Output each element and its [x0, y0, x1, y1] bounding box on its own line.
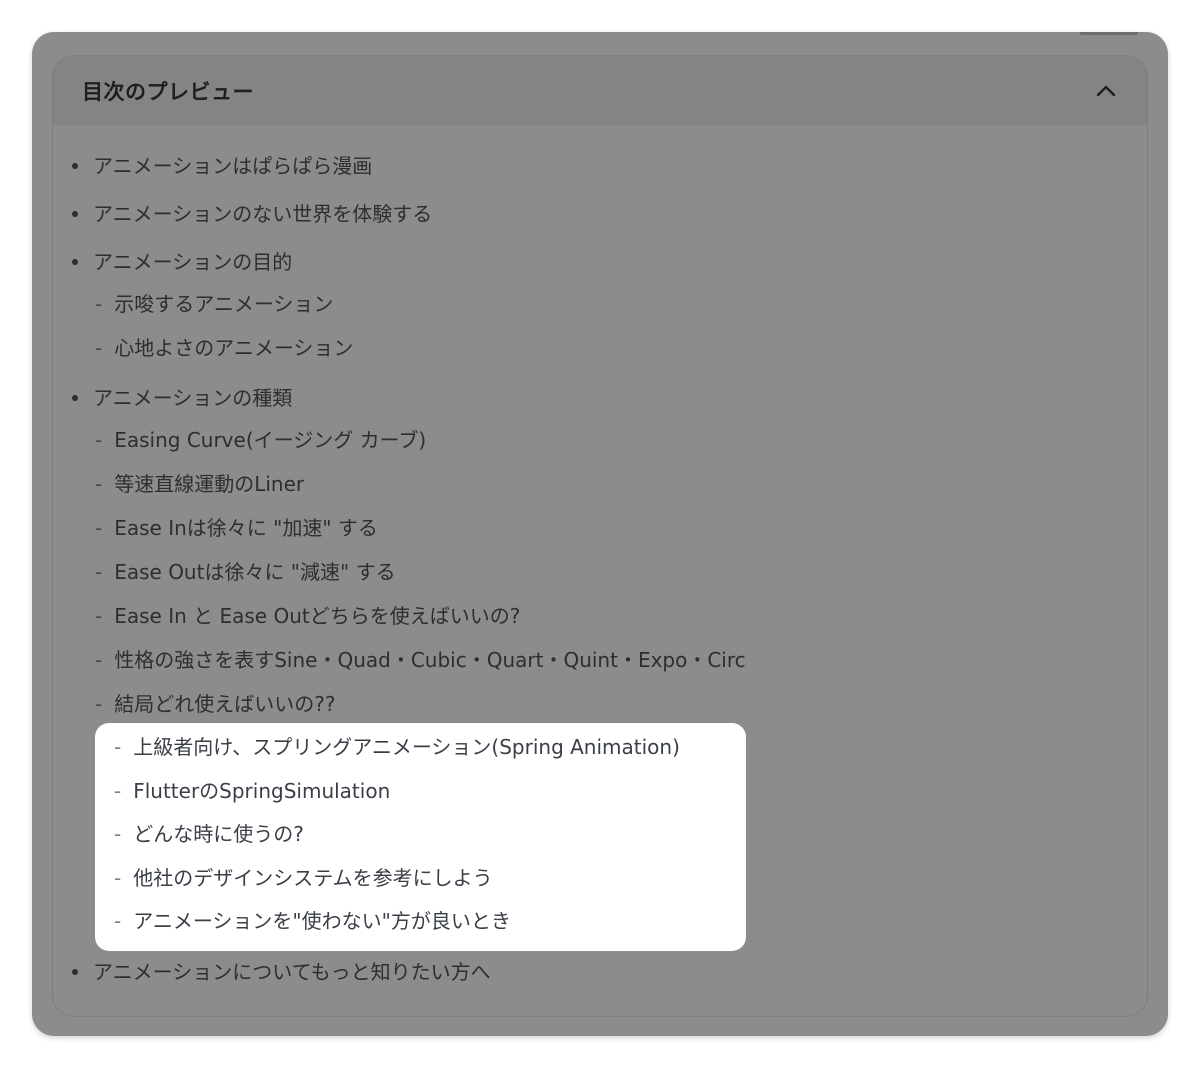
- toc-item-label: Ease Inは徐々に "加速" する: [114, 516, 378, 540]
- toc-subitem[interactable]: - 示唆するアニメーション: [95, 291, 333, 317]
- toc-subitem[interactable]: - Easing Curve(イージング カーブ): [95, 427, 426, 453]
- toc-item-label: 結局どれ使えばいいの??: [114, 692, 336, 716]
- toc-item-label: 示唆するアニメーション: [114, 292, 334, 316]
- spotlight-highlight: - 上級者向け、スプリングアニメーション(Spring Animation) -…: [95, 723, 746, 951]
- toc-subitem[interactable]: - 性格の強さを表すSine・Quad・Cubic・Quart・Quint・Ex…: [95, 647, 746, 673]
- toc-item-label: アニメーションの目的: [93, 250, 293, 274]
- toc-item-label: アニメーションを"使わない"方が良いとき: [133, 909, 511, 933]
- toc-item-label: 性格の強さを表すSine・Quad・Cubic・Quart・Quint・Expo…: [114, 648, 746, 672]
- toc-item-label: アニメーションのない世界を体験する: [93, 202, 433, 226]
- toc-subitem[interactable]: - 等速直線運動のLiner: [95, 471, 304, 497]
- dash-icon: -: [95, 648, 103, 672]
- dash-icon: -: [95, 516, 103, 540]
- toc-item[interactable]: アニメーションはぱらぱら漫画: [72, 153, 372, 179]
- toc-item-label: 等速直線運動のLiner: [114, 472, 305, 496]
- toc-subitem[interactable]: - Ease In と Ease Outどちらを使えばいいの?: [95, 603, 520, 629]
- dash-icon: -: [114, 779, 122, 803]
- toc-item-label: FlutterのSpringSimulation: [133, 779, 391, 803]
- toc-item[interactable]: アニメーションの種類: [72, 385, 292, 411]
- bullet-icon: [72, 259, 78, 265]
- toc-item-label: アニメーションはぱらぱら漫画: [93, 154, 373, 178]
- toc-header[interactable]: 目次のプレビュー: [53, 56, 1147, 125]
- bullet-icon: [72, 395, 78, 401]
- toc-item-label: 心地よさのアニメーション: [114, 336, 354, 360]
- chevron-up-icon[interactable]: [1093, 78, 1119, 104]
- toc-item-label: Ease In と Ease Outどちらを使えばいいの?: [114, 604, 521, 628]
- dash-icon: -: [114, 822, 122, 846]
- dash-icon: -: [95, 336, 103, 360]
- dash-icon: -: [95, 292, 103, 316]
- dash-icon: -: [95, 604, 103, 628]
- toc-subitem[interactable]: - Ease Inは徐々に "加速" する: [95, 515, 378, 541]
- toc-subitem[interactable]: - 心地よさのアニメーション: [95, 335, 353, 361]
- toc-item-label: 上級者向け、スプリングアニメーション(Spring Animation): [133, 735, 680, 759]
- dash-icon: -: [95, 692, 103, 716]
- toc-item[interactable]: アニメーションのない世界を体験する: [72, 201, 432, 227]
- toc-item-label: 他社のデザインシステムを参考にしよう: [133, 866, 493, 890]
- toc-subitem-highlighted[interactable]: - FlutterのSpringSimulation: [114, 778, 390, 804]
- toc-subitem-highlighted[interactable]: - 他社のデザインシステムを参考にしよう: [114, 865, 493, 891]
- top-edge-element: [1080, 32, 1138, 35]
- toc-subitem-highlighted[interactable]: - 上級者向け、スプリングアニメーション(Spring Animation): [114, 734, 680, 760]
- toc-item-label: アニメーションについてもっと知りたい方へ: [93, 960, 491, 984]
- toc-item[interactable]: アニメーションの目的: [72, 249, 292, 275]
- dash-icon: -: [95, 428, 103, 452]
- toc-item-label: どんな時に使うの?: [133, 822, 304, 846]
- toc-subitem-highlighted[interactable]: - アニメーションを"使わない"方が良いとき: [114, 908, 511, 934]
- dash-icon: -: [114, 866, 122, 890]
- dash-icon: -: [95, 560, 103, 584]
- toc-item-label: Ease Outは徐々に "減速" する: [114, 560, 396, 584]
- bullet-icon: [72, 969, 78, 975]
- bullet-icon: [72, 163, 78, 169]
- toc-subitem[interactable]: - 結局どれ使えばいいの??: [95, 691, 335, 717]
- dash-icon: -: [114, 909, 122, 933]
- toc-item[interactable]: アニメーションについてもっと知りたい方へ: [72, 959, 491, 985]
- toc-title: 目次のプレビュー: [82, 79, 254, 104]
- dash-icon: -: [114, 735, 122, 759]
- bullet-icon: [72, 211, 78, 217]
- toc-item-label: アニメーションの種類: [93, 386, 293, 410]
- toc-subitem-highlighted[interactable]: - どんな時に使うの?: [114, 821, 304, 847]
- dash-icon: -: [95, 472, 103, 496]
- toc-subitem[interactable]: - Ease Outは徐々に "減速" する: [95, 559, 396, 585]
- toc-item-label: Easing Curve(イージング カーブ): [114, 428, 427, 452]
